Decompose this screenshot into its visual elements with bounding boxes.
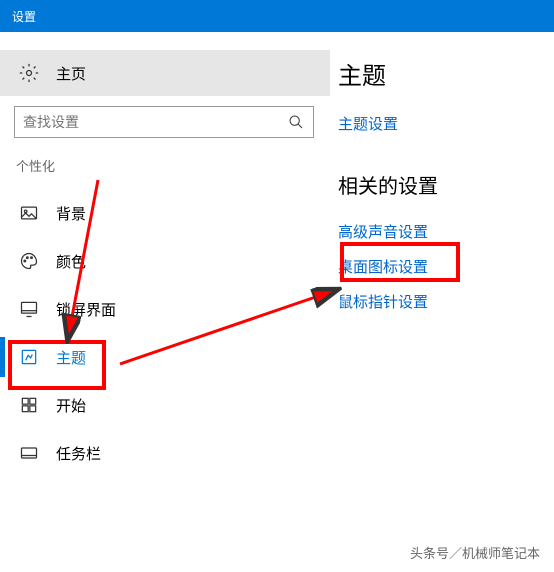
sidebar-item-label: 锁屏界面 (56, 299, 116, 320)
theme-settings-link[interactable]: 主题设置 (338, 113, 542, 134)
sidebar-item-themes[interactable]: 主题 (0, 333, 330, 381)
content-area: 主页 个性化 背景 颜色 (0, 32, 554, 477)
gear-icon (18, 62, 40, 84)
home-button[interactable]: 主页 (0, 50, 330, 96)
page-title: 主题 (338, 56, 542, 91)
sidebar: 主页 个性化 背景 颜色 (0, 32, 330, 477)
sidebar-item-label: 任务栏 (56, 443, 101, 464)
sidebar-item-colors[interactable]: 颜色 (0, 237, 330, 285)
sidebar-item-taskbar[interactable]: 任务栏 (0, 429, 330, 477)
attribution-text: 头条号／机械师笔记本 (410, 543, 540, 562)
sidebar-item-start[interactable]: 开始 (0, 381, 330, 429)
advanced-sound-link[interactable]: 高级声音设置 (338, 221, 542, 242)
picture-icon (18, 202, 40, 224)
sidebar-item-label: 背景 (56, 203, 86, 224)
palette-icon (18, 250, 40, 272)
sidebar-item-label: 主题 (56, 347, 86, 368)
desktop-icon-settings-link[interactable]: 桌面图标设置 (338, 256, 542, 277)
mouse-pointer-settings-link[interactable]: 鼠标指针设置 (338, 291, 542, 312)
theme-icon (18, 346, 40, 368)
search-wrap (0, 96, 330, 148)
section-label: 个性化 (0, 148, 330, 189)
home-label: 主页 (56, 63, 86, 84)
sidebar-item-lockscreen[interactable]: 锁屏界面 (0, 285, 330, 333)
search-icon (287, 113, 305, 131)
window-title: 设置 (12, 8, 36, 25)
main-panel: 主题 主题设置 相关的设置 高级声音设置 桌面图标设置 鼠标指针设置 (330, 32, 554, 477)
sidebar-item-label: 开始 (56, 395, 86, 416)
search-input[interactable] (23, 114, 287, 130)
lockscreen-icon (18, 298, 40, 320)
start-icon (18, 394, 40, 416)
window-titlebar: 设置 (0, 0, 554, 32)
sidebar-item-background[interactable]: 背景 (0, 189, 330, 237)
search-box[interactable] (14, 106, 314, 138)
sidebar-item-label: 颜色 (56, 251, 86, 272)
related-settings-title: 相关的设置 (338, 170, 542, 199)
taskbar-icon (18, 442, 40, 464)
